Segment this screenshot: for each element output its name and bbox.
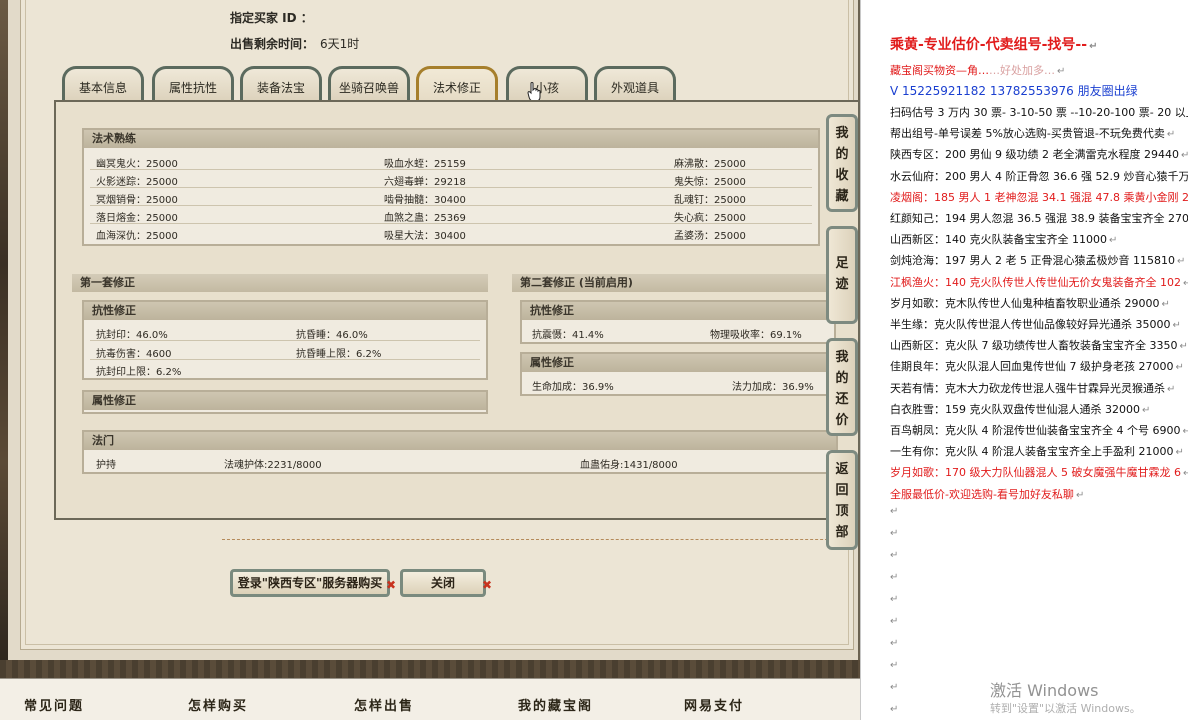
editor-line: 陕西专区：200 男仙 9 级功绩 2 老全满雷克水程度 29440 ↵ [890, 148, 1188, 162]
login-buy-label: 登录"陕西专区"服务器购买 [237, 576, 383, 590]
tab-equipment[interactable]: 装备法宝 [240, 66, 322, 100]
spell-skill-cell: 血煞之蛊：25369 [384, 213, 466, 224]
resist-cell: 物理吸收率：69.1% [710, 330, 802, 341]
spell-skill-cell: 乱魂钉：25000 [674, 195, 746, 206]
nav-how-to-sell[interactable]: 怎样出售 [354, 695, 414, 714]
editor-line: 岁月如歌：克木队传世人仙鬼种植畜牧职业通杀 29000 ↵ [890, 296, 1170, 310]
editor-line: 山西新区：140 克火队装备宝宝齐全 11000 ↵ [890, 233, 1118, 247]
login-buy-button[interactable]: 登录"陕西专区"服务器购买 ✖ [230, 569, 396, 597]
window-divider [860, 0, 876, 720]
editor-line: 红颜知己：194 男人忽混 36.5 强混 38.9 装备宝宝齐全 270↵ [890, 212, 1188, 225]
nav-netease-pay[interactable]: 网易支付 [684, 695, 744, 714]
tab-mounts-summons[interactable]: 坐骑召唤兽 [328, 66, 410, 100]
close-x-icon: ✖ [481, 578, 492, 592]
activate-windows-watermark: 激活 Windows [990, 681, 1099, 700]
my-counteroffer-button[interactable]: 我 的 还 价 [826, 338, 858, 436]
spell-skill-cell: 幽冥鬼火：25000 [96, 159, 178, 170]
fashi-cell: 护持 [96, 460, 116, 471]
spell-skill-cell: 火影迷踪：25000 [96, 177, 178, 188]
close-x-icon: ✖ [385, 578, 396, 592]
editor-line: 藏宝阁买物资—角……好处加多… ↵ [890, 64, 1066, 77]
fashi-cell: 法魂护体:2231/8000 [224, 460, 322, 471]
spell-skill-cell: 吸血水蛭：25159 [384, 159, 466, 170]
attr-cell: 法力加成：36.9% [732, 382, 814, 393]
editor-line: 水云仙府：200 男人 4 阶正骨忽 36.6 强 52.9 炒音心猿千万↵ [890, 169, 1188, 183]
editor-title-line: 乘黄-专业估价-代卖组号-找号-- ↵ [890, 37, 1098, 53]
editor-line: 剑炖沧海：197 男人 2 老 5 正骨混心猿孟极炒音 115810 ↵ [890, 254, 1186, 268]
resist-cell: 抗昏睡：46.0% [296, 330, 368, 341]
remaining-time-label: 出售剩余时间： [230, 37, 315, 51]
spell-skill-title: 法术熟练 [84, 130, 818, 148]
activate-windows-hint: 转到"设置"以激活 Windows。 [990, 702, 1141, 715]
editor-line: 白衣胜雪：159 克火队双盘传世仙混人通杀 32000 ↵ [890, 402, 1151, 416]
set1-resist-title: 抗性修正 [84, 302, 486, 320]
set1-resist-section: 抗性修正 抗封印：46.0% 抗昏睡：46.0% 抗毒伤害：4600 抗昏睡上限… [82, 300, 488, 380]
editor-line: 岁月如歌：170 级大力队仙器混人 5 破女魔强牛魔甘霖龙 6 ↵ [890, 466, 1188, 480]
editor-line: 一生有你：克火队 4 阶混人装备宝宝齐全上手盈利 21000 ↵ [890, 445, 1184, 459]
set2-attr-section: 属性修正 生命加成：36.9% 法力加成：36.9% [520, 352, 836, 396]
resist-cell: 抗昏睡上限：6.2% [296, 349, 382, 360]
set1-attr-title: 属性修正 [84, 392, 486, 410]
spell-skill-cell: 吸星大法：30400 [384, 231, 466, 242]
remaining-time-value: 6天1时 [320, 37, 360, 51]
hand-cursor-icon [527, 82, 541, 102]
spell-skill-cell: 冥烟销骨：25000 [96, 195, 178, 206]
my-favorites-button[interactable]: 我 的 收 藏 [826, 114, 858, 212]
set2-attr-title: 属性修正 [522, 354, 834, 372]
tab-basic-info[interactable]: 基本信息 [62, 66, 144, 100]
editor-line: 天若有情：克木大力砍龙传世混人强牛甘霖异光灵猴通杀 ↵ [890, 381, 1176, 395]
fashi-title: 法门 [84, 432, 836, 450]
editor-line: 全服最低价-欢迎选购-看号加好友私聊 ↵ [890, 487, 1085, 501]
tab-appearance-items[interactable]: 外观道具 [594, 66, 676, 100]
resist-cell: 抗封印：46.0% [96, 330, 168, 341]
spell-skill-section: 法术熟练 幽冥鬼火：25000 吸血水蛭：25159 麻沸散：25000 火影迷… [82, 128, 820, 246]
spell-correction-panel: 法术熟练 幽冥鬼火：25000 吸血水蛭：25159 麻沸散：25000 火影迷… [54, 100, 860, 520]
set2-resist-title: 抗性修正 [522, 302, 834, 320]
spell-skill-cell: 失心疯：25000 [674, 213, 746, 224]
editor-line: 扫码估号 3 万内 30 票- 3-10-50 票 --10-20-100 票-… [890, 106, 1188, 119]
set2-title: 第二套修正 (当前启用) [512, 274, 848, 292]
tab-attributes-resist[interactable]: 属性抗性 [152, 66, 234, 100]
fashi-cell: 血蛊佑身:1431/8000 [580, 460, 678, 471]
divider-line [222, 539, 858, 540]
spell-skill-cell: 血海深仇：25000 [96, 231, 178, 242]
editor-line: 山西新区：克火队 7 级功绩传世人畜牧装备宝宝齐全 3350 ↵ [890, 339, 1188, 353]
close-button[interactable]: 关闭 ✖ [400, 569, 492, 597]
editor-line: 江枫渔火：140 克火队传世人传世仙无价女鬼装备齐全 102 ↵ [890, 275, 1188, 289]
editor-line: 凌烟阁：185 男人 1 老神忽混 34.1 强混 47.8 乘黄小金刚 22↵ [890, 190, 1188, 204]
tab-spell-correction[interactable]: 法术修正 [416, 66, 498, 100]
resist-cell: 抗震慑：41.4% [532, 330, 604, 341]
spell-skill-cell: 六翅毒蝉：29218 [384, 177, 466, 188]
editor-phone-line: V 15225921182 13782553976 朋友圈出绿 [890, 84, 1138, 98]
spell-skill-cell: 鬼失惊：25000 [674, 177, 746, 188]
text-editor[interactable]: 乘黄-专业估价-代卖组号-找号-- ↵ 藏宝阁买物资—角……好处加多… ↵ V 15… [876, 0, 1188, 720]
editor-line: 半生缘：克火队传世混人传世仙品像较好异光通杀 35000 ↵ [890, 318, 1181, 331]
set2-resist-section: 抗性修正 抗震慑：41.4% 物理吸收率：69.1% [520, 300, 836, 344]
spell-skill-cell: 啮骨抽髓：30400 [384, 195, 466, 206]
editor-line: 佳期良年：克火队混人回血鬼传世仙 7 级护身老孩 27000 ↵ [890, 360, 1184, 374]
spell-skill-cell: 孟婆汤：25000 [674, 231, 746, 242]
back-to-top-button[interactable]: 返 回 顶 部 [826, 450, 858, 550]
fashi-section: 法门 护持 法魂护体:2231/8000 血蛊佑身:1431/8000 [82, 430, 838, 474]
nav-my-cangbaoge[interactable]: 我的藏宝阁 [518, 695, 593, 714]
remaining-time-row: 出售剩余时间： 6天1时 [230, 35, 359, 52]
editor-line: 帮出组号-单号误差 5%放心选购-买贵管退-不玩免费代卖 ↵ [890, 127, 1176, 141]
spell-skill-cell: 落日熔金：25000 [96, 213, 178, 224]
set1-attr-section: 属性修正 [82, 390, 488, 414]
resist-cell: 抗毒伤害：4600 [96, 349, 172, 360]
spell-skill-cell: 麻沸散：25000 [674, 159, 746, 170]
close-label: 关闭 [430, 576, 455, 590]
set1-title: 第一套修正 [72, 274, 488, 292]
buyer-id-label: 指定买家 ID ： [230, 11, 313, 25]
tab-child[interactable]: 小孩 [506, 66, 588, 100]
attr-cell: 生命加成：36.9% [532, 382, 614, 393]
footprint-button[interactable]: 足 迹 [826, 226, 858, 324]
window-left-edge [0, 0, 8, 660]
buyer-id-row: 指定买家 ID ： [230, 9, 313, 26]
editor-line: 百鸟朝凤：克火队 4 阶混传世仙装备宝宝齐全 4 个号 6900 ↵ [890, 424, 1188, 437]
nav-faq[interactable]: 常见问题 [24, 695, 84, 714]
resist-cell: 抗封印上限：6.2% [96, 367, 182, 378]
nav-how-to-buy[interactable]: 怎样购买 [188, 695, 248, 714]
